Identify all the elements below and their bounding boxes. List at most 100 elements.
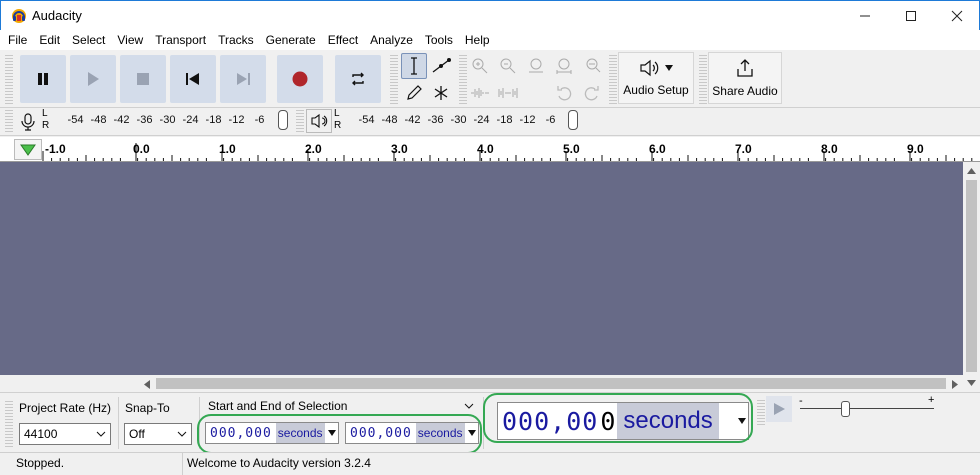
- minimize-button[interactable]: [842, 1, 888, 31]
- maximize-button[interactable]: [888, 1, 934, 31]
- menu-analyze[interactable]: Analyze: [364, 30, 419, 50]
- transport-toolbar-grip[interactable]: [5, 54, 13, 104]
- record-meter-r: R: [42, 120, 50, 131]
- play-tick: -36: [427, 114, 444, 126]
- play-meter-l: L: [334, 108, 340, 119]
- skip-to-start-button[interactable]: [170, 55, 216, 103]
- menu-file[interactable]: File: [2, 30, 33, 50]
- selection-mode-select[interactable]: Start and End of Selection: [204, 396, 478, 416]
- share-audio-button[interactable]: Share Audio: [708, 52, 782, 104]
- menu-bar: File Edit Select View Transport Tracks G…: [0, 30, 980, 50]
- vertical-scroll-thumb[interactable]: [966, 180, 977, 372]
- record-button[interactable]: [277, 55, 323, 103]
- ruler-label: 8.0: [821, 142, 838, 156]
- menu-effect[interactable]: Effect: [322, 30, 364, 50]
- status-bar: Stopped. Welcome to Audacity version 3.2…: [0, 452, 980, 475]
- draw-tool-button[interactable]: [401, 80, 427, 106]
- microphone-icon[interactable]: [19, 112, 37, 132]
- speed-slider-thumb[interactable]: [841, 401, 850, 417]
- ruler-label: 6.0: [649, 142, 666, 156]
- skip-to-end-button[interactable]: [220, 55, 266, 103]
- play-tick: -30: [450, 114, 467, 126]
- edit-toolbar-grip[interactable]: [459, 54, 467, 104]
- project-rate-label: Project Rate (Hz): [19, 401, 112, 415]
- horizontal-scrollbar[interactable]: [140, 375, 963, 392]
- menu-tools[interactable]: Tools: [419, 30, 459, 50]
- horizontal-scroll-thumb[interactable]: [156, 378, 946, 389]
- fit-selection-button[interactable]: [523, 53, 549, 79]
- record-meter-slider-thumb[interactable]: [278, 110, 288, 130]
- record-meter-grip[interactable]: [5, 110, 13, 132]
- loop-button[interactable]: [335, 55, 381, 103]
- speed-max-icon: +: [928, 394, 935, 406]
- play-at-speed-grip[interactable]: [757, 399, 765, 425]
- playback-meter-button[interactable]: [306, 109, 332, 133]
- share-icon: [737, 59, 753, 77]
- close-button[interactable]: [934, 1, 980, 31]
- undo-icon: [557, 86, 572, 101]
- maximize-icon: [906, 11, 916, 21]
- zoom-toggle-button[interactable]: [579, 53, 605, 79]
- multi-tool-button[interactable]: [428, 80, 454, 106]
- play-tick: -12: [519, 114, 536, 126]
- status-state: Stopped.: [16, 456, 65, 470]
- redo-button[interactable]: [579, 80, 605, 106]
- play-meter-scale[interactable]: -54 -48 -42 -36 -30 -24 -18 -12 -6 0: [355, 114, 585, 126]
- silence-audio-icon: [498, 88, 518, 98]
- share-audio-grip[interactable]: [699, 54, 707, 104]
- pause-button[interactable]: [20, 55, 66, 103]
- play-at-speed-button[interactable]: [766, 396, 792, 422]
- menu-transport[interactable]: Transport: [149, 30, 212, 50]
- skip-to-start-icon: [186, 73, 199, 85]
- chevron-down-icon: [96, 431, 106, 437]
- scroll-up-icon[interactable]: [967, 168, 976, 174]
- snap-to-label: Snap-To: [125, 401, 170, 415]
- play-meter-grip[interactable]: [296, 110, 304, 132]
- snap-to-select[interactable]: Off: [124, 423, 192, 445]
- zoom-out-button[interactable]: [495, 53, 521, 79]
- menu-tracks[interactable]: Tracks: [212, 30, 260, 50]
- zoom-in-button[interactable]: [467, 53, 493, 79]
- menu-view[interactable]: View: [111, 30, 149, 50]
- silence-button[interactable]: [495, 80, 521, 106]
- selection-tool-button[interactable]: [401, 53, 427, 79]
- status-message: Welcome to Audacity version 3.2.4: [187, 456, 371, 470]
- fit-project-button[interactable]: [551, 53, 577, 79]
- toolbar-area: Audio Setup Share Audio L R -54 -48 -42 …: [0, 50, 980, 136]
- play-button[interactable]: [70, 55, 116, 103]
- record-tick: -48: [90, 114, 107, 126]
- menu-help[interactable]: Help: [459, 30, 496, 50]
- record-meter-scale[interactable]: -54 -48 -42 -36 -30 -24 -18 -12 -6 0: [64, 114, 294, 126]
- audio-setup-button[interactable]: Audio Setup: [618, 52, 694, 104]
- minimize-icon: [860, 15, 870, 17]
- scroll-left-icon[interactable]: [144, 380, 150, 389]
- record-tick: -54: [67, 114, 84, 126]
- selection-toolbar-grip[interactable]: [5, 399, 13, 447]
- project-rate-select[interactable]: 44100: [19, 423, 111, 445]
- menu-select[interactable]: Select: [66, 30, 111, 50]
- record-tick: -12: [228, 114, 245, 126]
- play-meter-slider-thumb[interactable]: [568, 110, 578, 130]
- ruler-label: 0.0: [133, 142, 150, 156]
- scroll-right-icon[interactable]: [952, 380, 958, 389]
- envelope-icon: [432, 58, 451, 73]
- menu-generate[interactable]: Generate: [260, 30, 322, 50]
- stop-icon: [137, 73, 149, 85]
- share-audio-label: Share Audio: [712, 84, 778, 98]
- timeline-ruler[interactable]: -1.0 0.0 1.0 2.0 3.0 4.0 5.0 6.0 7.0 8.0…: [0, 137, 980, 162]
- scroll-down-icon[interactable]: [967, 380, 976, 386]
- zoom-toggle-icon: [586, 58, 601, 73]
- track-panel[interactable]: [0, 162, 963, 375]
- undo-button[interactable]: [551, 80, 577, 106]
- loop-icon: [352, 72, 364, 86]
- envelope-tool-button[interactable]: [428, 53, 454, 79]
- speed-slider-track[interactable]: [800, 408, 934, 409]
- stop-button[interactable]: [120, 55, 166, 103]
- menu-edit[interactable]: Edit: [33, 30, 66, 50]
- speaker-icon: [640, 59, 659, 77]
- audio-setup-grip[interactable]: [609, 54, 617, 104]
- tools-toolbar-grip[interactable]: [390, 54, 398, 104]
- vertical-scrollbar[interactable]: [963, 162, 980, 392]
- chevron-down-icon: [177, 431, 187, 437]
- trim-button[interactable]: [467, 80, 493, 106]
